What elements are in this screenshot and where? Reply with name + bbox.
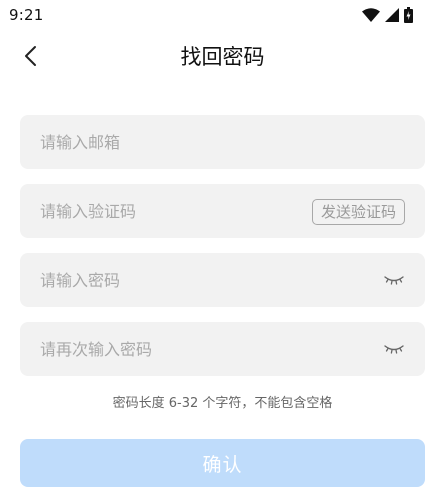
confirm-password-field-container — [20, 322, 425, 376]
status-time: 9:21 — [9, 6, 44, 24]
password-field-container — [20, 253, 425, 307]
password-visibility-toggle[interactable] — [383, 271, 405, 289]
reset-password-form: 发送验证码 — [20, 115, 425, 391]
confirm-password-input[interactable] — [20, 322, 425, 376]
confirm-password-visibility-toggle[interactable] — [383, 340, 405, 358]
email-field-container — [20, 115, 425, 169]
code-field-container: 发送验证码 — [20, 184, 425, 238]
battery-icon — [404, 7, 413, 23]
password-hint: 密码长度 6-32 个字符，不能包含空格 — [112, 396, 333, 411]
signal-icon — [385, 8, 399, 22]
password-input[interactable] — [20, 253, 425, 307]
page-title: 找回密码 — [180, 45, 265, 69]
email-input[interactable] — [20, 115, 425, 169]
confirm-button[interactable]: 确认 — [20, 439, 425, 487]
eye-closed-icon — [384, 271, 404, 290]
status-icons — [362, 7, 413, 23]
send-code-button[interactable]: 发送验证码 — [311, 199, 405, 225]
wifi-icon — [362, 8, 380, 22]
status-bar: 9:21 — [0, 0, 445, 30]
nav-bar: 找回密码 — [0, 30, 445, 84]
eye-closed-icon — [384, 340, 404, 359]
